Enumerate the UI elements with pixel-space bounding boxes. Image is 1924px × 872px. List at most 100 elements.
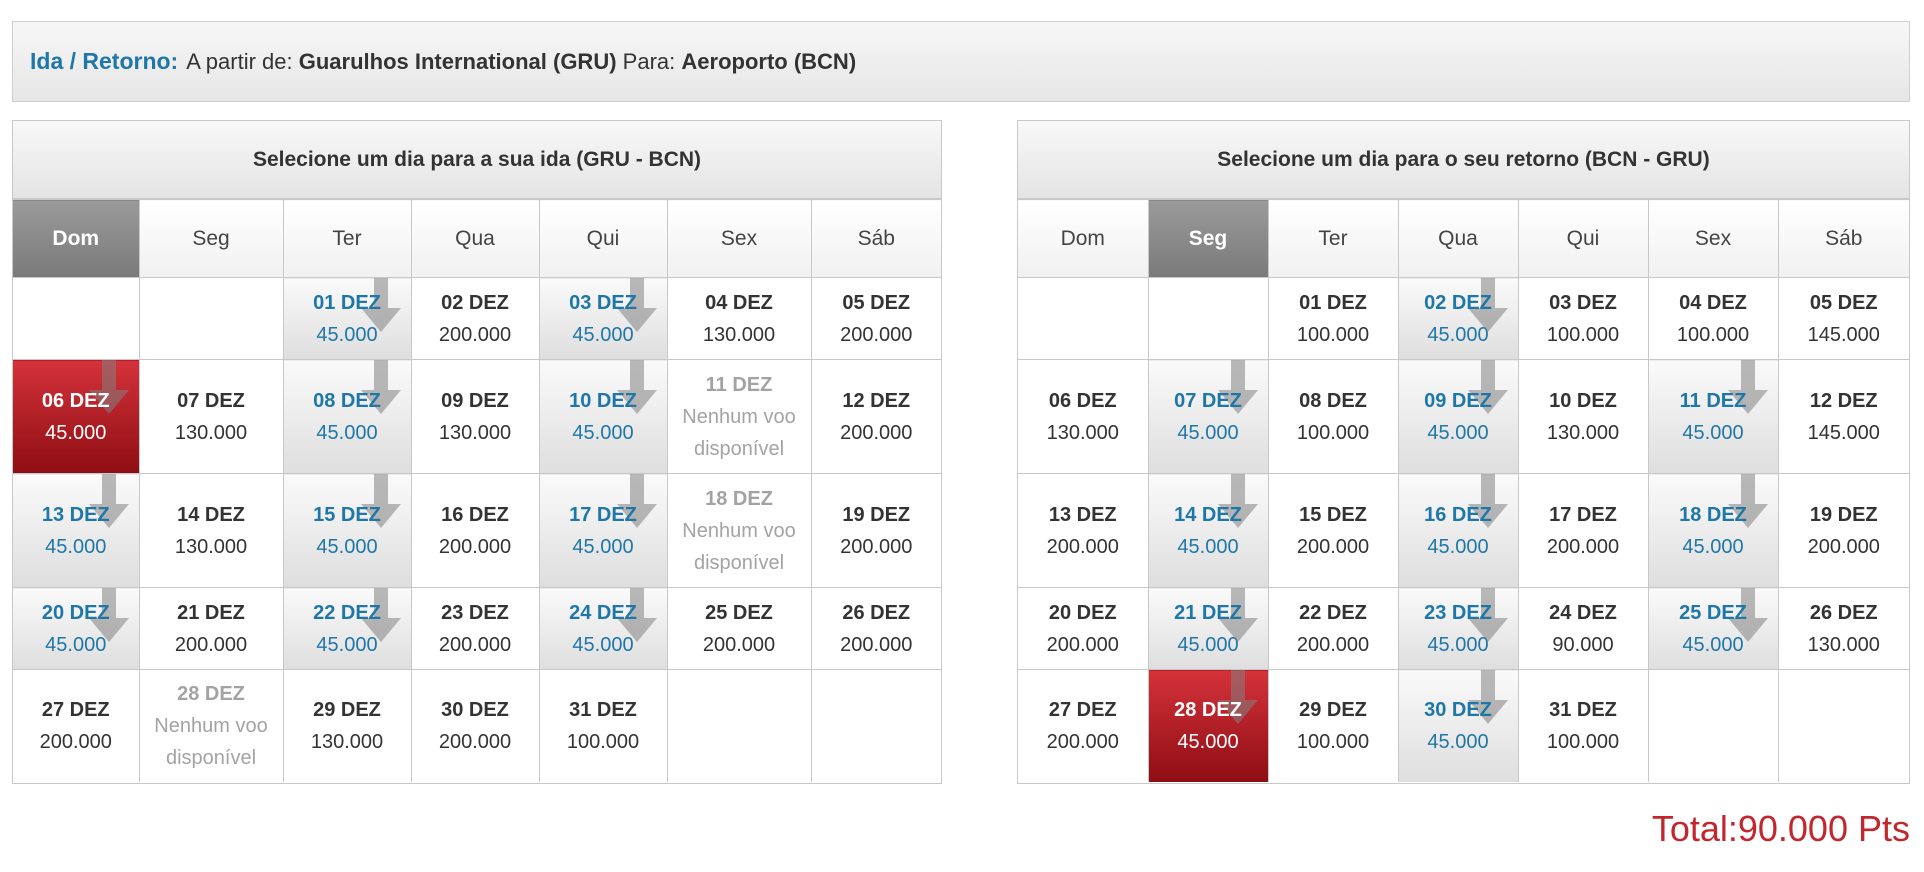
day-price: 130.000 bbox=[702, 323, 776, 346]
day-price: 200.000 bbox=[840, 323, 913, 346]
day-cell[interactable]: 09 DEZ 130.000 bbox=[410, 359, 540, 474]
day-cell[interactable]: 27 DEZ 200.000 bbox=[1018, 669, 1149, 782]
day-cell[interactable]: 23 DEZ 45.000 bbox=[1397, 587, 1519, 670]
day-cell[interactable]: 10 DEZ 45.000 bbox=[538, 359, 668, 474]
weekday-header: Sáb bbox=[810, 199, 941, 278]
day-cell[interactable]: 26 DEZ 200.000 bbox=[810, 587, 941, 670]
day-cell[interactable]: 20 DEZ 200.000 bbox=[1018, 587, 1149, 670]
day-cell[interactable]: 11 DEZ 45.000 bbox=[1647, 359, 1779, 474]
day-date: 26 DEZ bbox=[842, 601, 911, 624]
weekday-header: Ter bbox=[1267, 199, 1399, 278]
day-cell[interactable]: 15 DEZ 200.000 bbox=[1267, 473, 1399, 588]
day-cell[interactable]: 14 DEZ 45.000 bbox=[1147, 473, 1269, 588]
to-prefix: Para: bbox=[622, 48, 676, 74]
day-cell[interactable]: 19 DEZ 200.000 bbox=[1777, 473, 1909, 588]
day-cell[interactable]: 03 DEZ 45.000 bbox=[538, 277, 668, 360]
day-date: 03 DEZ bbox=[569, 291, 637, 314]
day-cell[interactable]: 22 DEZ 200.000 bbox=[1267, 587, 1399, 670]
day-date: 21 DEZ bbox=[1174, 601, 1242, 624]
day-cell[interactable]: 25 DEZ 45.000 bbox=[1647, 587, 1779, 670]
day-cell[interactable]: 21 DEZ 45.000 bbox=[1147, 587, 1269, 670]
day-cell[interactable]: 29 DEZ 100.000 bbox=[1267, 669, 1399, 782]
day-price: 45.000 bbox=[1177, 535, 1239, 558]
day-cell[interactable]: 05 DEZ 200.000 bbox=[810, 277, 941, 360]
day-cell[interactable]: 07 DEZ 45.000 bbox=[1147, 359, 1269, 474]
day-cell: 28 DEZ Nenhum voo disponível bbox=[138, 669, 284, 782]
day-cell[interactable]: 01 DEZ 45.000 bbox=[282, 277, 412, 360]
day-cell[interactable]: 14 DEZ 130.000 bbox=[138, 473, 284, 588]
day-cell[interactable]: 18 DEZ 45.000 bbox=[1647, 473, 1779, 588]
day-cell[interactable]: 23 DEZ 200.000 bbox=[410, 587, 540, 670]
day-cell[interactable]: 29 DEZ 130.000 bbox=[282, 669, 412, 782]
day-cell[interactable]: 10 DEZ 130.000 bbox=[1517, 359, 1649, 474]
day-cell[interactable]: 30 DEZ 45.000 bbox=[1397, 669, 1519, 782]
day-cell[interactable]: 24 DEZ 45.000 bbox=[538, 587, 668, 670]
day-date: 02 DEZ bbox=[441, 291, 509, 314]
day-cell[interactable]: 02 DEZ 45.000 bbox=[1397, 277, 1519, 360]
day-cell[interactable]: 03 DEZ 100.000 bbox=[1517, 277, 1649, 360]
day-cell[interactable]: 22 DEZ 45.000 bbox=[282, 587, 412, 670]
day-cell[interactable]: 17 DEZ 45.000 bbox=[538, 473, 668, 588]
day-price: 45.000 bbox=[572, 535, 634, 558]
day-cell[interactable]: 27 DEZ 200.000 bbox=[13, 669, 140, 782]
day-cell[interactable]: 02 DEZ 200.000 bbox=[410, 277, 540, 360]
day-cell[interactable]: 08 DEZ 100.000 bbox=[1267, 359, 1399, 474]
day-price: 200.000 bbox=[438, 730, 512, 753]
calendar-week-row: 13 DEZ 200.000 14 DEZ 45.000 15 DEZ 200.000 16… bbox=[1018, 473, 1909, 588]
day-price: 130.000 bbox=[1807, 633, 1880, 656]
day-cell[interactable]: 15 DEZ 45.000 bbox=[282, 473, 412, 588]
day-cell[interactable]: 20 DEZ 45.000 bbox=[13, 587, 140, 670]
day-cell[interactable]: 13 DEZ 45.000 bbox=[13, 473, 140, 588]
day-cell[interactable]: 13 DEZ 200.000 bbox=[1018, 473, 1149, 588]
day-date: 01 DEZ bbox=[1299, 291, 1367, 314]
day-price: 100.000 bbox=[1546, 323, 1620, 346]
day-price: 100.000 bbox=[1296, 730, 1370, 753]
day-cell[interactable]: 24 DEZ 90.000 bbox=[1517, 587, 1649, 670]
return-calendar-title: Selecione um dia para o seu retorno (BCN… bbox=[1018, 121, 1909, 199]
empty-day-cell bbox=[1777, 669, 1909, 782]
calendar-week-row: 06 DEZ 45.000 07 DEZ 130.000 08 DEZ 45.000 09 … bbox=[13, 359, 941, 474]
day-date: 10 DEZ bbox=[569, 389, 637, 412]
day-cell[interactable]: 21 DEZ 200.000 bbox=[138, 587, 284, 670]
day-cell[interactable]: 19 DEZ 200.000 bbox=[810, 473, 941, 588]
day-price: 45.000 bbox=[1427, 535, 1489, 558]
day-cell[interactable]: 17 DEZ 200.000 bbox=[1517, 473, 1649, 588]
from-prefix: A partir de: bbox=[186, 48, 293, 74]
day-cell[interactable]: 16 DEZ 45.000 bbox=[1397, 473, 1519, 588]
day-cell[interactable]: 12 DEZ 200.000 bbox=[810, 359, 941, 474]
day-cell[interactable]: 07 DEZ 130.000 bbox=[138, 359, 284, 474]
day-date: 27 DEZ bbox=[41, 698, 110, 721]
day-cell[interactable]: 16 DEZ 200.000 bbox=[410, 473, 540, 588]
day-price: 200.000 bbox=[1046, 633, 1119, 656]
day-cell[interactable]: 09 DEZ 45.000 bbox=[1397, 359, 1519, 474]
day-cell[interactable]: 06 DEZ 45.000 bbox=[13, 359, 140, 474]
day-cell[interactable]: 08 DEZ 45.000 bbox=[282, 359, 412, 474]
day-date: 04 DEZ bbox=[1679, 291, 1747, 314]
day-cell[interactable]: 04 DEZ 130.000 bbox=[666, 277, 812, 360]
day-cell[interactable]: 25 DEZ 200.000 bbox=[666, 587, 812, 670]
weekday-header: Dom bbox=[13, 199, 140, 278]
day-price: 145.000 bbox=[1807, 421, 1880, 444]
day-price: 200.000 bbox=[1546, 535, 1620, 558]
day-date: 13 DEZ bbox=[41, 503, 110, 526]
day-date: 28 DEZ bbox=[177, 682, 245, 705]
day-cell[interactable]: 31 DEZ 100.000 bbox=[1517, 669, 1649, 782]
day-date: 11 DEZ bbox=[1679, 389, 1747, 412]
day-cell[interactable]: 30 DEZ 200.000 bbox=[410, 669, 540, 782]
day-cell[interactable]: 31 DEZ 100.000 bbox=[538, 669, 668, 782]
day-cell[interactable]: 01 DEZ 100.000 bbox=[1267, 277, 1399, 360]
day-price: 200.000 bbox=[438, 323, 512, 346]
day-date: 17 DEZ bbox=[569, 503, 637, 526]
day-cell[interactable]: 05 DEZ 145.000 bbox=[1777, 277, 1909, 360]
outbound-calendar: Dom Seg Ter Qua Qui Sex Sáb 01 DEZ 45.000 02 DEZ 2… bbox=[13, 199, 941, 782]
day-date: 14 DEZ bbox=[177, 503, 245, 526]
day-cell[interactable]: 06 DEZ 130.000 bbox=[1018, 359, 1149, 474]
day-cell[interactable]: 26 DEZ 130.000 bbox=[1777, 587, 1909, 670]
day-date: 04 DEZ bbox=[705, 291, 773, 314]
day-price: 200.000 bbox=[840, 535, 913, 558]
day-price: 45.000 bbox=[572, 421, 634, 444]
day-cell[interactable]: 04 DEZ 100.000 bbox=[1647, 277, 1779, 360]
day-cell[interactable]: 28 DEZ 45.000 bbox=[1147, 669, 1269, 782]
weekday-header: Qui bbox=[538, 199, 668, 278]
day-cell[interactable]: 12 DEZ 145.000 bbox=[1777, 359, 1909, 474]
